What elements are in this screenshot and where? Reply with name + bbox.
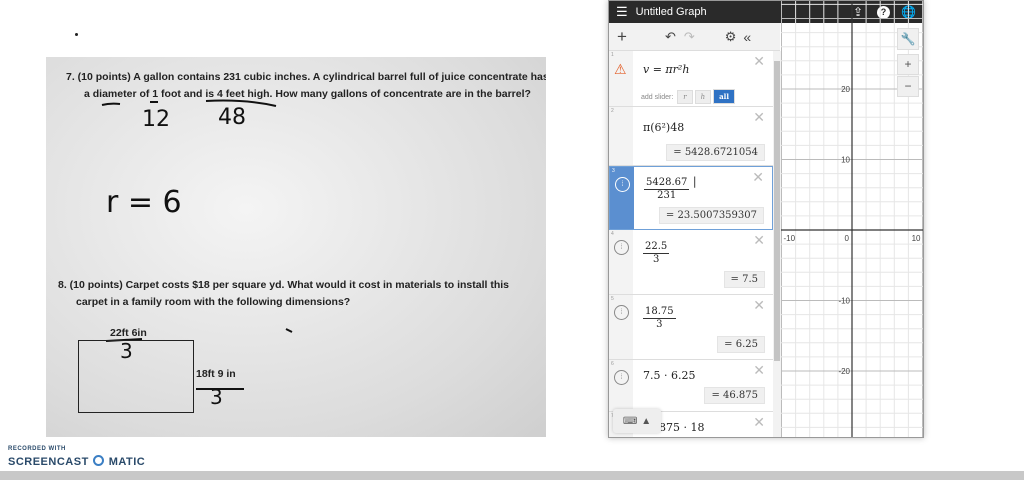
question-8-line2: carpet in a family room with the followi… (76, 296, 351, 308)
delete-expression-icon[interactable]: ✕ (753, 53, 765, 70)
keyboard-icon: ⌨ (622, 415, 638, 427)
wrench-settings-icon[interactable]: 🔧 (897, 28, 919, 50)
zoom-in-button[interactable]: + (897, 54, 919, 75)
watermark-matic: MATIC (108, 456, 146, 468)
delete-expression-icon[interactable]: ✕ (753, 109, 765, 126)
handwritten-radius: r = 6 (106, 185, 182, 220)
slider-all-button[interactable]: all (713, 89, 735, 104)
graph-title[interactable]: Untitled Graph (636, 6, 707, 18)
add-slider-label: add slider: (641, 94, 674, 101)
expression-text[interactable]: 7.5 · 6.25 (643, 369, 695, 382)
screencast-logo-icon (93, 455, 105, 467)
fraction-format-icon[interactable]: ⁞ (614, 240, 629, 255)
expression-fraction[interactable]: 5428.67 231 | (644, 175, 697, 202)
expression-row-3[interactable]: 3 ⁞ 5428.67 231 | ✕ = 23.5007359307 (609, 166, 773, 230)
caret-up-icon: ▲ (641, 415, 652, 427)
warning-icon[interactable]: ⚠ (614, 61, 627, 78)
expression-fraction[interactable]: 22.5 3 (643, 239, 670, 266)
worksheet-image: 7. (10 points) A gallon contains 231 cub… (46, 57, 546, 437)
desmos-calculator: ☰ Untitled Graph ⇪ ? 🌐 + ↶ ↷ ⚙ « 1 ⚠ v =… (608, 0, 924, 438)
zoom-out-button[interactable]: − (897, 76, 919, 97)
handwritten-diameter: 12 (142, 107, 170, 132)
height-dimension-label: 18ft 9 in (196, 368, 236, 380)
x-tick-label: 10 (912, 234, 921, 243)
slider-r-button[interactable]: r (677, 90, 693, 104)
slider-h-button[interactable]: h (694, 90, 712, 104)
watermark-brand: SCREENCAST (8, 456, 89, 468)
row-number: 1 (611, 52, 614, 58)
fraction-format-icon[interactable]: ⁞ (614, 370, 629, 385)
expression-row-5[interactable]: 5 ⁞ 18.75 3 ✕ = 6.25 (609, 295, 773, 360)
keyboard-toggle-button[interactable]: ⌨ ▲ (613, 409, 661, 433)
width-dimension-label: 22ft 6in (110, 327, 147, 339)
room-rectangle (78, 340, 194, 413)
redo-icon[interactable]: ↷ (684, 29, 695, 45)
expression-list: 1 ⚠ v = πr²h ✕ add slider: r h all 2 π(6²)… (609, 51, 773, 437)
expression-row-4[interactable]: 4 ⁞ 22.5 3 ✕ = 7.5 (609, 230, 773, 295)
expression-latex[interactable]: v = πr²h (643, 63, 689, 76)
expression-result: = 46.875 (704, 387, 765, 404)
expression-result: = 7.5 (723, 271, 765, 288)
screencast-watermark: RECORDED WITH SCREENCAST MATIC (8, 446, 145, 470)
handwritten-height: 48 (218, 105, 246, 130)
row-number: 3 (612, 168, 615, 174)
handwritten-divide-height: 3 (210, 385, 223, 409)
expression-row-2[interactable]: 2 π(6²)48 ✕ = 5428.6721054 (609, 107, 773, 166)
add-item-icon[interactable]: + (617, 27, 627, 47)
y-tick-label: -10 (838, 297, 850, 306)
expression-toolbar: + ↶ ↷ ⚙ « (609, 23, 780, 51)
expression-result: = 23.5007359307 (658, 207, 764, 224)
delete-expression-icon[interactable]: ✕ (753, 414, 765, 431)
delete-expression-icon[interactable]: ✕ (752, 169, 764, 186)
y-tick-label: 20 (841, 85, 850, 94)
gear-icon[interactable]: ⚙ (725, 29, 737, 45)
stray-dot (75, 33, 78, 36)
expression-result: = 6.25 (717, 336, 765, 353)
delete-expression-icon[interactable]: ✕ (753, 297, 765, 314)
undo-icon[interactable]: ↶ (665, 29, 676, 45)
hamburger-menu-icon[interactable]: ☰ (616, 4, 628, 20)
fraction-format-icon[interactable]: ⁞ (615, 177, 630, 192)
bottom-scrollbar[interactable] (0, 471, 1024, 480)
x-tick-label: -10 (784, 234, 796, 243)
delete-expression-icon[interactable]: ✕ (753, 362, 765, 379)
expression-result: = 5428.6721054 (666, 144, 765, 161)
y-tick-label: 10 (841, 156, 850, 165)
question-8-line1: 8. (10 points) Carpet costs $18 per squa… (58, 279, 510, 291)
row-number: 5 (611, 296, 614, 302)
row-number: 4 (611, 231, 614, 237)
expression-text[interactable]: π(6²)48 (643, 121, 684, 134)
fraction-format-icon[interactable]: ⁞ (614, 305, 629, 320)
expression-text[interactable]: 875 · 18 (659, 421, 704, 434)
graph-paper[interactable]: -10 0 10 20 10 -10 -20 🔧 + − (766, 1, 923, 437)
watermark-recorded: RECORDED WITH (8, 446, 66, 452)
row-number: 2 (611, 108, 614, 114)
y-tick-label: -20 (838, 367, 850, 376)
delete-expression-icon[interactable]: ✕ (753, 232, 765, 249)
expression-list-scrollbar[interactable] (773, 51, 781, 437)
collapse-list-icon[interactable]: « (743, 29, 751, 45)
expression-row-6[interactable]: 6 ⁞ 7.5 · 6.25 ✕ = 46.875 (609, 360, 773, 412)
row-number: 6 (611, 361, 614, 367)
x-tick-label: 0 (845, 234, 850, 243)
expression-fraction[interactable]: 18.75 3 (643, 304, 676, 331)
expression-row-1[interactable]: 1 ⚠ v = πr²h ✕ add slider: r h all (609, 51, 773, 107)
